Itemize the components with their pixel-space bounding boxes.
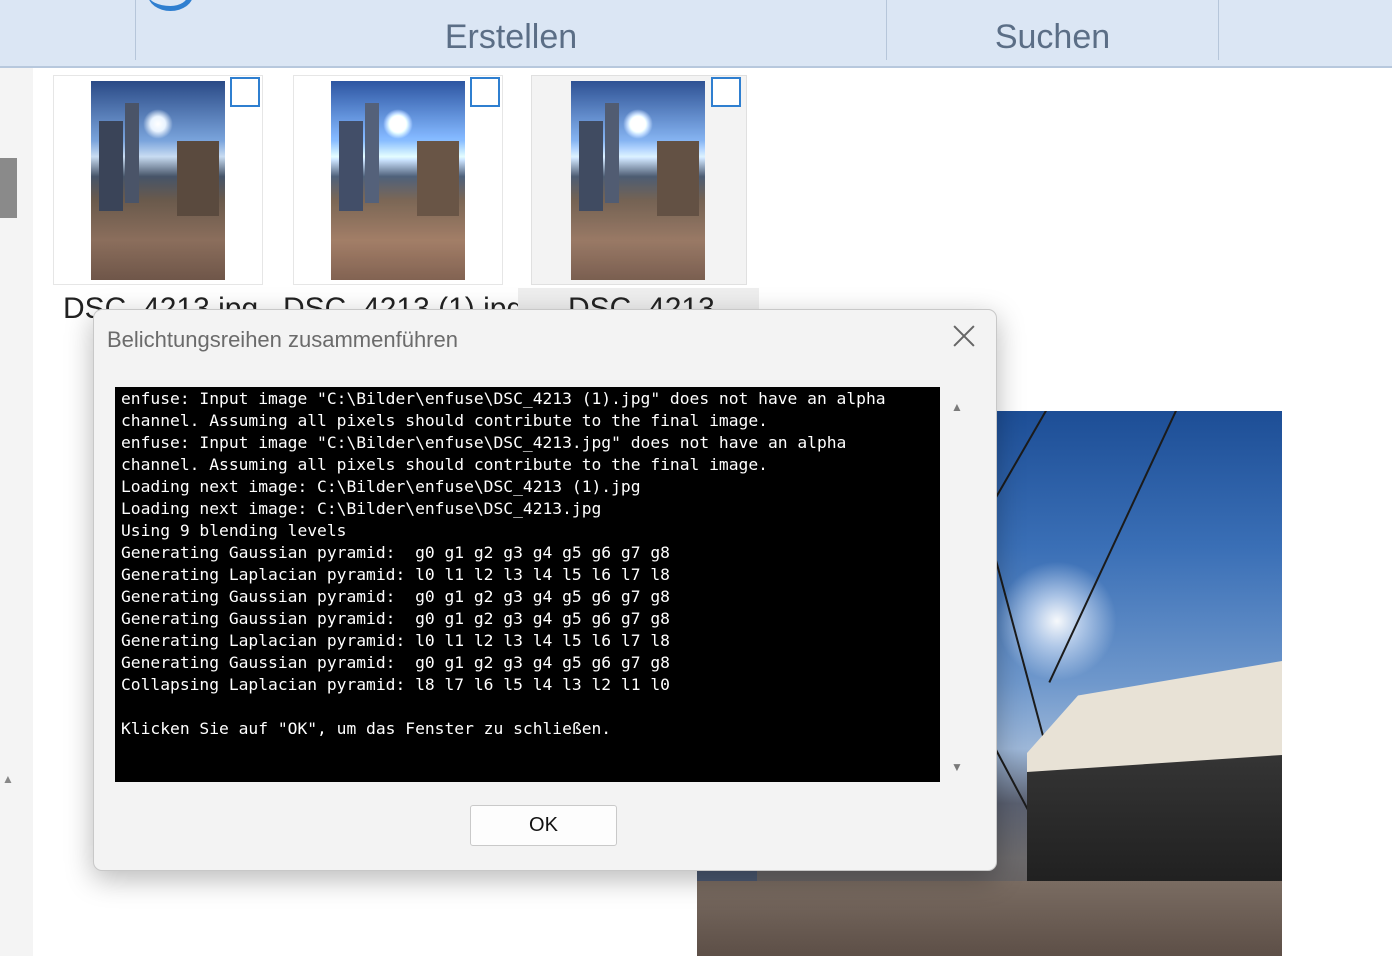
- checkbox-icon[interactable]: [470, 77, 500, 107]
- scroll-up-arrow-icon[interactable]: ▲: [951, 400, 963, 414]
- console-text: enfuse: Input image "C:\Bilder\enfuse\DS…: [121, 389, 886, 738]
- thumbnail-image: [331, 81, 465, 280]
- thumbnail-2[interactable]: [293, 75, 503, 285]
- ribbon-separator: [1218, 0, 1219, 60]
- thumbnail-1[interactable]: [53, 75, 263, 285]
- ok-button[interactable]: OK: [470, 805, 617, 846]
- checkbox-icon[interactable]: [711, 77, 741, 107]
- checkbox-icon[interactable]: [230, 77, 260, 107]
- left-scrollbar-thumb[interactable]: [0, 158, 17, 218]
- ribbon: Erstellen Suchen: [0, 0, 1392, 68]
- close-icon[interactable]: [950, 322, 978, 350]
- thumbnail-image: [91, 81, 225, 280]
- left-scroll-up-arrow[interactable]: ▲: [2, 772, 14, 786]
- dialog-title: Belichtungsreihen zusammenführen: [107, 327, 458, 352]
- scroll-down-arrow-icon[interactable]: ▼: [951, 760, 963, 774]
- ribbon-icon-partial[interactable]: [148, 0, 193, 11]
- ribbon-group-erstellen[interactable]: Erstellen: [136, 18, 886, 57]
- ribbon-group-suchen[interactable]: Suchen: [887, 18, 1218, 57]
- thumbnail-image: [571, 81, 705, 280]
- merge-dialog: Belichtungsreihen zusammenführen enfuse:…: [93, 309, 997, 871]
- console-output[interactable]: enfuse: Input image "C:\Bilder\enfuse\DS…: [115, 387, 940, 782]
- thumbnail-3[interactable]: [531, 75, 747, 285]
